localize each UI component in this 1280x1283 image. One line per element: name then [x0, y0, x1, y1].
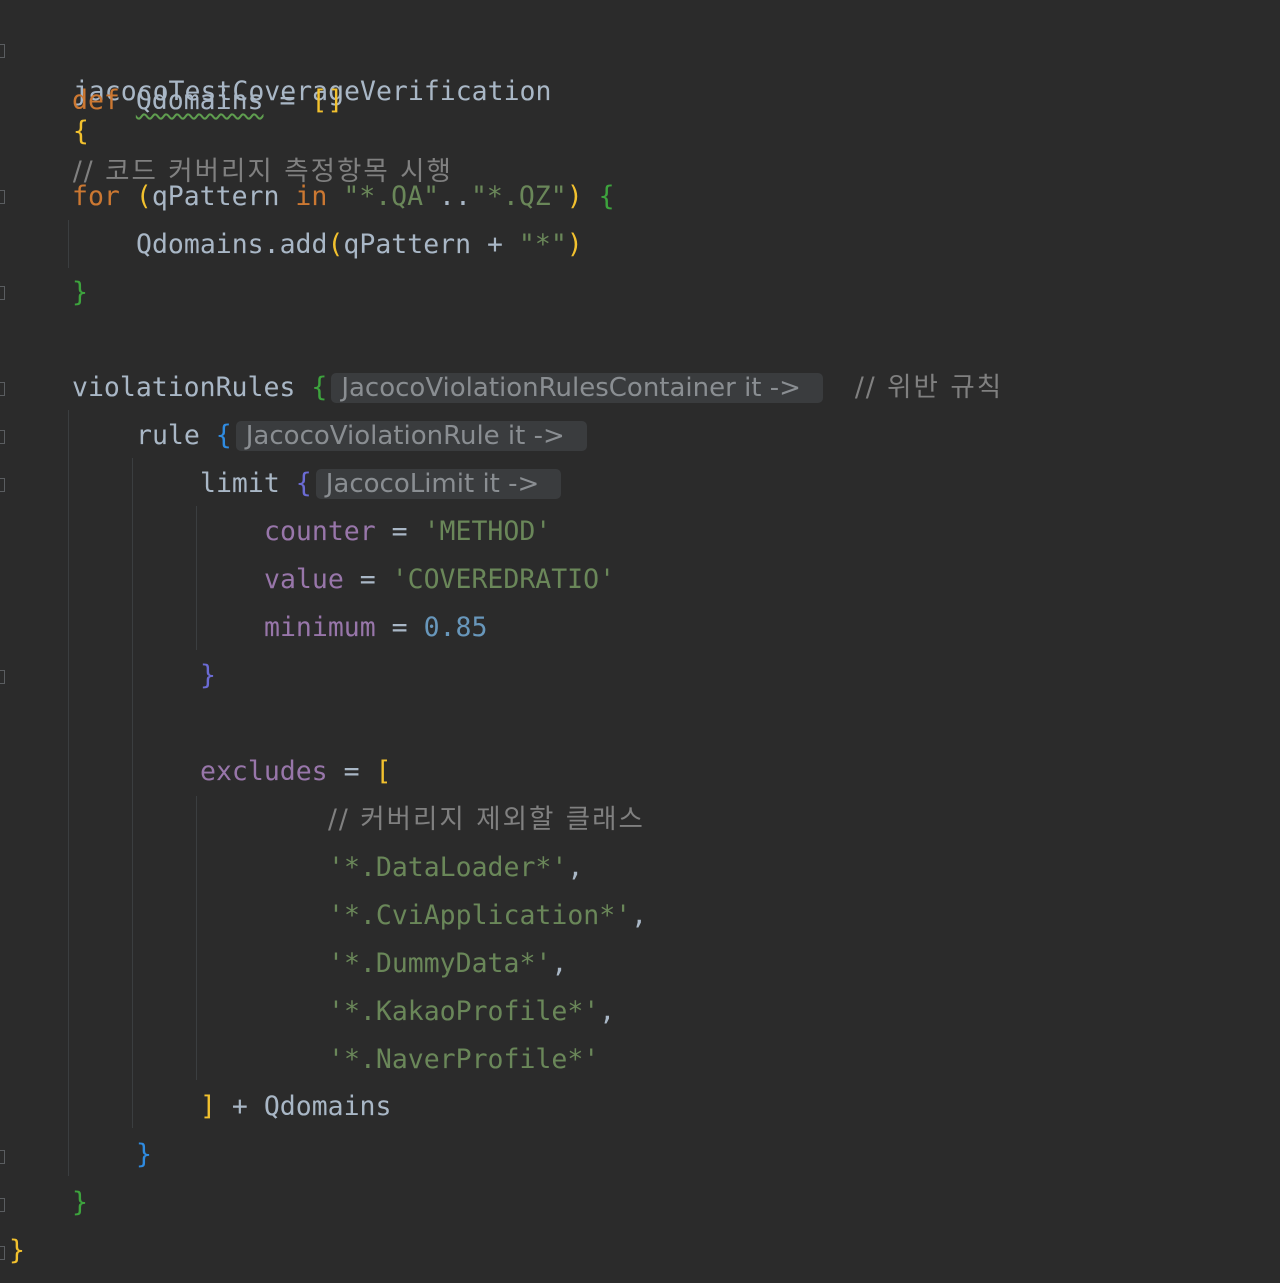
block-name: rule: [136, 420, 200, 451]
code-line[interactable]: violationRules {JacocoViolationRulesCont…: [72, 368, 1003, 408]
block-name: limit: [200, 468, 280, 499]
code-line[interactable]: Qdomains.add(qPattern + "*"): [136, 225, 583, 265]
code-line[interactable]: '*.NaverProfile*': [328, 1040, 599, 1080]
string-literal: '*.NaverProfile*': [328, 1044, 600, 1075]
code-line[interactable]: '*.CviApplication*',: [328, 896, 647, 936]
keyword: def: [72, 85, 120, 116]
string-literal: 'COVEREDRATIO': [391, 564, 616, 595]
variable-name: qPattern: [151, 181, 280, 212]
code-line[interactable]: jacocoTestCoverageVerification { // 코드 커…: [9, 32, 552, 187]
open-paren: (: [135, 181, 152, 212]
code-line[interactable]: def Qdomains = []: [72, 81, 343, 121]
keyword: for: [72, 181, 120, 212]
open-bracket: [: [375, 756, 392, 787]
inlay-hint: JacocoViolationRule it ->: [235, 421, 587, 451]
fold-marker-icon[interactable]: [0, 190, 5, 204]
property-name: excludes: [200, 756, 328, 787]
code-line[interactable]: for (qPattern in "*.QA".."*.QZ") {: [72, 177, 615, 217]
code-line[interactable]: }: [72, 1183, 88, 1223]
fold-marker-icon[interactable]: [0, 1150, 5, 1164]
code-line[interactable]: minimum = 0.85: [264, 608, 487, 648]
code-line[interactable]: value = 'COVEREDRATIO': [264, 560, 615, 600]
code-line[interactable]: }: [9, 1231, 25, 1271]
string-literal: "*": [518, 229, 567, 260]
close-brace: }: [72, 1187, 88, 1218]
range-operator: ..: [439, 181, 471, 212]
string-literal: "*.QZ": [470, 181, 567, 212]
code-line[interactable]: '*.DataLoader*',: [328, 848, 583, 888]
line-comment: // 위반 규칙: [854, 372, 1004, 403]
separator: ,: [551, 948, 568, 979]
string-literal: 'METHOD': [423, 516, 552, 547]
fold-marker-icon[interactable]: [0, 286, 5, 300]
code-line[interactable]: rule {JacocoViolationRule it ->: [136, 416, 587, 456]
fold-gutter: [0, 0, 8, 1283]
line-comment: // 커버리지 제외할 클래스: [328, 804, 645, 835]
fold-marker-icon[interactable]: [0, 430, 5, 444]
separator: ,: [631, 900, 648, 931]
property-name: value: [264, 564, 344, 595]
code-line[interactable]: }: [136, 1135, 152, 1175]
indent-guide: [68, 220, 69, 268]
open-brace: {: [311, 372, 328, 403]
operator: =: [391, 516, 408, 547]
string-literal: "*.QA": [343, 181, 440, 212]
block-name: violationRules: [72, 372, 296, 403]
fold-marker-icon[interactable]: [0, 478, 5, 492]
close-paren: ): [566, 181, 583, 212]
fold-marker-icon[interactable]: [0, 1246, 5, 1260]
string-literal: '*.DummyData*': [328, 948, 552, 979]
code-line[interactable]: ] + Qdomains: [200, 1087, 391, 1127]
close-brace: }: [200, 660, 216, 691]
property-name: counter: [264, 516, 376, 547]
open-brace: {: [295, 468, 312, 499]
code-line[interactable]: }: [72, 273, 88, 313]
code-line[interactable]: '*.DummyData*',: [328, 944, 567, 984]
fold-marker-icon[interactable]: [0, 382, 5, 396]
number-literal: 0.85: [423, 612, 488, 643]
string-literal: '*.DataLoader*': [328, 852, 568, 883]
separator: ,: [567, 852, 584, 883]
property-name: minimum: [264, 612, 376, 643]
close-brace: }: [136, 1139, 152, 1170]
indent-guide: [196, 796, 197, 1080]
keyword: in: [295, 181, 328, 212]
code-line[interactable]: '*.KakaoProfile*',: [328, 992, 615, 1032]
code-line[interactable]: limit {JacocoLimit it ->: [200, 464, 562, 504]
close-brace: }: [9, 1235, 25, 1266]
operator: =: [343, 756, 360, 787]
operator: =: [359, 564, 376, 595]
expression: + Qdomains: [215, 1091, 392, 1122]
code-editor[interactable]: jacocoTestCoverageVerification { // 코드 커…: [0, 0, 1280, 1283]
inlay-hint: JacocoLimit it ->: [315, 469, 562, 499]
string-literal: '*.CviApplication*': [328, 900, 632, 931]
code-line[interactable]: counter = 'METHOD': [264, 512, 551, 552]
fold-marker-icon[interactable]: [0, 44, 5, 58]
indent-guide: [132, 458, 133, 1128]
close-bracket: ]: [200, 1091, 216, 1122]
code-line[interactable]: // 커버리지 제외할 클래스: [328, 800, 645, 840]
method-call: Qdomains.add: [136, 229, 328, 260]
empty-list: []: [311, 85, 344, 116]
code-line[interactable]: excludes = [: [200, 752, 392, 792]
close-brace: }: [72, 277, 88, 308]
close-paren: ): [566, 229, 583, 260]
code-line[interactable]: }: [200, 656, 216, 696]
operator: =: [391, 612, 408, 643]
open-brace: {: [598, 181, 615, 212]
separator: ,: [599, 996, 616, 1027]
indent-guide: [68, 410, 69, 1176]
fold-marker-icon[interactable]: [0, 670, 5, 684]
method-args: qPattern +: [343, 229, 519, 260]
string-literal: '*.KakaoProfile*': [328, 996, 600, 1027]
fold-marker-icon[interactable]: [0, 1198, 5, 1212]
indent-guide: [196, 506, 197, 650]
operator: =: [279, 85, 296, 116]
variable-name: Qdomains: [135, 85, 264, 116]
inlay-hint: JacocoViolationRulesContainer it ->: [331, 373, 823, 403]
open-paren: (: [327, 229, 344, 260]
open-brace: {: [215, 420, 232, 451]
